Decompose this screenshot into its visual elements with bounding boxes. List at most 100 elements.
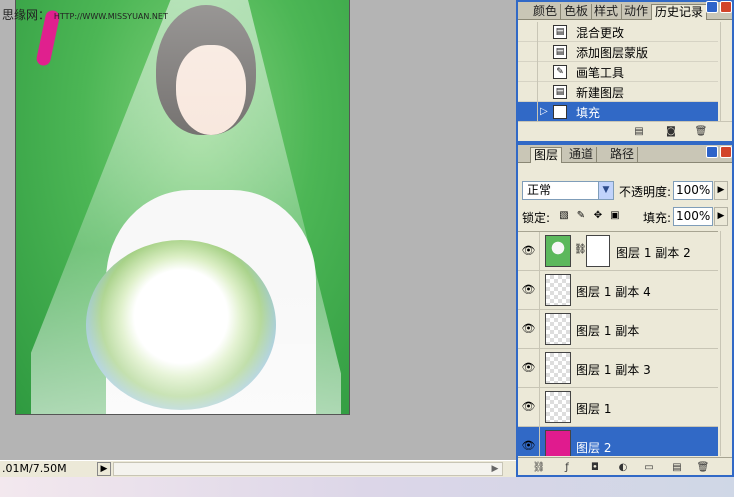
layers-footer: ⛓ ƒ ◘ ◐ ▭ ▤ 🗑 [518,457,732,475]
layer-style-icon[interactable]: ƒ [560,461,574,474]
layer-thumbnail [545,274,571,306]
layer-thumbnail [545,430,571,456]
history-state-icon: ▤ [553,105,567,119]
trash-icon[interactable]: 🗑 [694,125,708,138]
lock-image-icon[interactable]: ✎ [575,210,587,222]
mask-link-chain-icon[interactable]: ⛓ [574,244,587,255]
layers-panel-tabs: 图层 通道 路径 [518,145,732,163]
chevron-down-icon[interactable]: ▼ [598,182,613,199]
history-state-label: 新建图层 [576,86,625,100]
eye-icon[interactable]: 👁 [518,349,540,387]
fill-slider-arrow-icon[interactable]: ▶ [714,207,728,226]
blend-mode-value: 正常 [527,183,552,197]
history-state-icon: ▤ [553,45,567,59]
opacity-field[interactable]: 100% [673,181,713,200]
eye-icon[interactable]: 👁 [518,271,540,309]
tab-styles[interactable]: 样式 [591,4,623,20]
tab-paths[interactable]: 路径 [607,147,639,163]
tab-channels[interactable]: 通道 [566,147,598,163]
panel-close-icon[interactable] [720,146,732,158]
scroll-right-arrow-icon[interactable]: ▶ [488,463,502,475]
history-state-current[interactable]: ▷ ▤ 填充 [518,102,718,122]
photo-veil [31,0,341,414]
eye-icon[interactable]: 👁 [518,232,540,270]
snapshot-icon[interactable]: ◙ [664,125,678,138]
lock-position-icon[interactable]: ✥ [592,210,604,222]
document-canvas[interactable]: 思缘网： HTTP://WWW.MISSYUAN.NET [0,0,516,460]
history-state[interactable]: ▤ 新建图层 [518,82,718,102]
watermark: 思缘网： HTTP://WWW.MISSYUAN.NET [2,6,168,23]
lock-all-icon[interactable]: ▣ [609,210,621,222]
history-panel: 颜色 色板 样式 动作 历史记录 ▤ 混合更改 ▤ 添加图层蒙版 ✎ 画笔工具 … [516,0,734,143]
status-menu-arrow-icon[interactable]: ▶ [97,462,111,476]
layer-thumbnail [545,352,571,384]
eye-icon[interactable]: 👁 [518,388,540,426]
snapshot-source-box[interactable] [518,62,538,82]
layer-thumbnail [545,235,571,267]
eye-icon[interactable]: 👁 [518,427,540,456]
history-state[interactable]: ✎ 画笔工具 [518,62,718,82]
history-state[interactable]: ▤ 添加图层蒙版 [518,42,718,62]
blend-mode-select[interactable]: 正常 ▼ [522,181,614,200]
history-panel-tabs: 颜色 色板 样式 动作 历史记录 [518,2,732,20]
history-state-label: 画笔工具 [576,66,625,80]
fill-label: 填充: [643,211,672,225]
opacity-slider-arrow-icon[interactable]: ▶ [714,181,728,200]
layer-mask-thumbnail[interactable] [586,235,610,267]
layer-name: 图层 1 副本 2 [616,246,691,260]
panel-close-icon[interactable] [720,1,732,13]
doc-size-readout: .01M/7.50M [2,462,67,475]
bride-photo [15,0,350,415]
trash-icon[interactable]: 🗑 [696,461,710,474]
panel-minimize-icon[interactable] [706,1,718,13]
new-group-icon[interactable]: ▭ [642,461,656,474]
snapshot-source-box[interactable] [518,22,538,42]
new-document-from-state-icon[interactable]: ▤ [632,125,646,138]
history-list: ▤ 混合更改 ▤ 添加图层蒙版 ✎ 画笔工具 ▤ 新建图层 ▷ ▤ 填充 [518,22,718,122]
layer-row[interactable]: 👁 图层 1 副本 [518,310,718,349]
eye-icon[interactable]: 👁 [518,310,540,348]
history-state[interactable]: ▤ 混合更改 [518,22,718,42]
history-state-label: 混合更改 [576,26,625,40]
layer-name: 图层 1 副本 3 [576,363,651,377]
tab-actions[interactable]: 动作 [621,4,653,20]
history-footer: ▤ ◙ 🗑 [518,121,732,141]
layer-name: 图层 1 [576,402,612,416]
history-state-icon: ▤ [553,25,567,39]
lock-transparency-icon[interactable]: ▧ [558,210,570,222]
brush-icon: ✎ [553,65,567,79]
layer-name: 图层 1 副本 [576,324,640,338]
layer-row[interactable]: 👁 图层 1 副本 4 [518,271,718,310]
tab-history[interactable]: 历史记录 [651,4,708,20]
layer-row[interactable]: 👁 图层 1 [518,388,718,427]
layer-row-selected[interactable]: 👁 图层 2 [518,427,718,456]
tab-swatches[interactable]: 色板 [561,4,593,20]
snapshot-source-box[interactable] [518,102,538,122]
history-scrollbar[interactable] [720,22,732,122]
layer-name: 图层 1 副本 4 [576,285,651,299]
history-state-label: 填充 [576,106,601,120]
fill-field[interactable]: 100% [673,207,713,226]
watermark-site: 思缘网： [2,8,51,22]
desktop-background-strip [0,477,734,497]
layer-row[interactable]: 👁 图层 1 副本 3 [518,349,718,388]
layer-row[interactable]: 👁 ⛓ 图层 1 副本 2 [518,232,718,271]
adjustment-layer-icon[interactable]: ◐ [616,461,630,474]
add-mask-icon[interactable]: ◘ [588,461,602,474]
lock-label: 锁定: [522,211,551,225]
history-current-marker-icon: ▷ [540,106,548,117]
link-layers-icon[interactable]: ⛓ [532,461,546,474]
status-bar: .01M/7.50M ▶ ▶ [0,460,516,477]
tab-layers[interactable]: 图层 [530,147,563,163]
snapshot-source-box[interactable] [518,42,538,62]
layer-list: 👁 ⛓ 图层 1 副本 2 👁 图层 1 副本 4 👁 图层 1 副本 👁 图层… [518,231,718,456]
new-layer-icon[interactable]: ▤ [670,461,684,474]
layer-thumbnail [545,391,571,423]
layers-scrollbar[interactable] [720,231,732,456]
panel-minimize-icon[interactable] [706,146,718,158]
horizontal-scrollbar[interactable]: ▶ [113,462,503,476]
watermark-url: HTTP://WWW.MISSYUAN.NET [53,12,168,21]
snapshot-source-box[interactable] [518,82,538,102]
tab-color[interactable]: 颜色 [530,4,562,20]
layer-thumbnail [545,313,571,345]
